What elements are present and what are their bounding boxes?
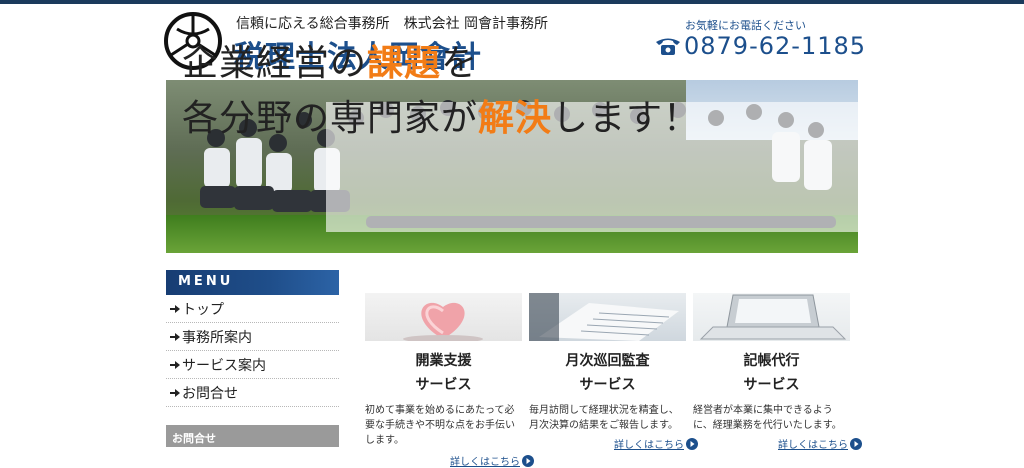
arrow-right-icon (170, 304, 180, 313)
heart-photo (365, 293, 522, 341)
service-card-monthly-audit: 月次巡回監査 サービス 毎月訪問して経理状況を精査し、月次決算の結果をご報告します… (529, 293, 698, 451)
service-title: 月次巡回監査 サービス (565, 353, 650, 393)
sidebar-item-contact[interactable]: お問合せ (166, 379, 339, 407)
phone-contact[interactable]: 0879-62-1185 (655, 32, 866, 60)
top-accent-bar (0, 0, 1024, 4)
sidebar-item-services[interactable]: サービス案内 (166, 351, 339, 379)
service-more-link[interactable]: 詳しくはこちら (778, 436, 862, 451)
sidebar-item-label: トップ (182, 301, 224, 318)
sidebar-item-label: 事務所案内 (182, 329, 252, 346)
hero-headline-line1: 企業経営の課題を (182, 43, 479, 84)
service-more-link[interactable]: 詳しくはこちら (450, 453, 534, 468)
sidebar-menu-title: MENU (166, 270, 339, 295)
service-description: 初めて事業を始めるにあたって必要な手続きや不明な点をお手伝いします。 (365, 405, 515, 446)
sidebar-contact-title: お問合せ (166, 425, 339, 447)
tel-number: 0879-62-1185 (684, 32, 867, 60)
service-card-startup: 開業支援 サービス 初めて事業を始めるにあたって必要な手続きや不明な点をお手伝いし… (365, 293, 534, 468)
hero-highlight-1: 課題 (367, 43, 442, 84)
laptop-photo (693, 293, 850, 341)
service-description: 経営者が本業に集中できるように、経理業務を代行いたします。 (693, 405, 842, 431)
service-card-bookkeeping: 記帳代行 サービス 経営者が本業に集中できるように、経理業務を代行いたします。 詳… (693, 293, 862, 451)
service-title: 開業支援 サービス (415, 353, 472, 393)
arrow-circle-right-icon (686, 437, 698, 450)
sidebar-item-label: お問合せ (182, 385, 238, 402)
documents-photo (529, 293, 686, 341)
arrow-right-icon (170, 360, 180, 369)
site-tagline: 信頼に応える総合事務所 株式会社 岡會計事務所 (236, 16, 549, 32)
arrow-circle-right-icon (850, 437, 862, 450)
sidebar-item-label: サービス案内 (182, 357, 266, 374)
laptop-icon (699, 294, 847, 340)
documents-icon (529, 293, 679, 341)
service-title: 記帳代行 サービス (743, 353, 800, 393)
arrow-right-icon (170, 388, 180, 397)
service-description: 毎月訪問して経理状況を精査し、月次決算の結果をご報告します。 (529, 405, 679, 431)
arrow-circle-right-icon (522, 454, 534, 467)
telephone-icon (656, 38, 680, 55)
sidebar-item-office[interactable]: 事務所案内 (166, 323, 339, 351)
sidebar-menu: トップ 事務所案内 サービス案内 お問合せ (166, 295, 339, 407)
service-more-link[interactable]: 詳しくはこちら (614, 436, 698, 451)
hero-highlight-2: 解決 (478, 98, 553, 139)
hero-headline-line2: 各分野の専門家が解決します！ (182, 98, 701, 139)
tel-caption: お気軽にお電話ください (685, 19, 806, 32)
sidebar-item-top[interactable]: トップ (166, 295, 339, 323)
heart-icon (403, 302, 483, 341)
arrow-right-icon (170, 332, 180, 341)
